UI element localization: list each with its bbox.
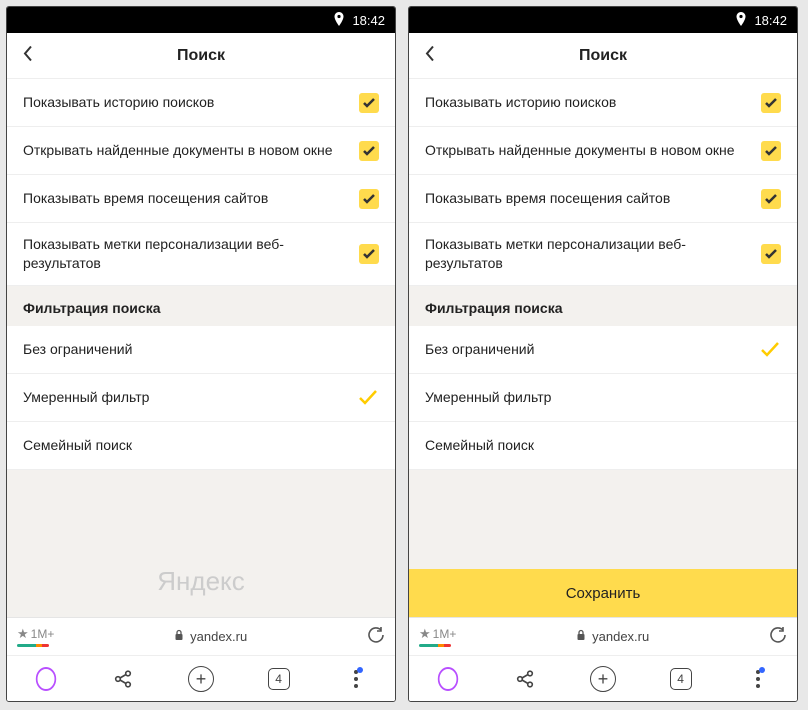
- tabs-button[interactable]: 4: [661, 659, 701, 699]
- filter-label: Умеренный фильтр: [425, 388, 759, 407]
- option-personalization-labels[interactable]: Показывать метки персонализации веб-резу…: [409, 223, 797, 286]
- location-icon: [736, 12, 746, 29]
- star-icon: ★: [419, 626, 431, 642]
- notification-dot: [357, 667, 363, 673]
- new-tab-button[interactable]: +: [181, 659, 221, 699]
- filter-label: Без ограничений: [23, 340, 357, 359]
- option-open-new-window[interactable]: Открывать найденные документы в новом ок…: [7, 127, 395, 175]
- reload-button[interactable]: [769, 626, 787, 647]
- option-label: Показывать время посещения сайтов: [23, 189, 359, 208]
- footer-brand-area: Яндекс: [7, 470, 395, 617]
- checkbox-icon: [359, 244, 379, 264]
- status-bar: 18:42: [7, 7, 395, 33]
- settings-content: Показывать историю поисков Открывать най…: [409, 79, 797, 617]
- filter-section-title: Фильтрация поиска: [409, 286, 797, 326]
- rating-value: 1M+: [433, 627, 457, 641]
- rating-value: 1M+: [31, 627, 55, 641]
- url-display: yandex.ru: [462, 629, 763, 644]
- filter-label: Умеренный фильтр: [23, 388, 357, 407]
- checkbox-icon: [761, 141, 781, 161]
- site-rating: ★1M+: [419, 626, 456, 647]
- option-label: Показывать историю поисков: [425, 93, 761, 112]
- rating-bar: [419, 644, 451, 647]
- phone-screen-right: 18:42 Поиск Показывать историю поисков О…: [408, 6, 798, 702]
- checkbox-icon: [359, 93, 379, 113]
- star-icon: ★: [17, 626, 29, 642]
- spacer: [409, 470, 797, 569]
- filter-option-family[interactable]: Семейный поиск: [409, 422, 797, 470]
- option-show-visit-time[interactable]: Показывать время посещения сайтов: [7, 175, 395, 223]
- settings-content: Показывать историю поисков Открывать най…: [7, 79, 395, 617]
- url-bar[interactable]: ★1M+ yandex.ru: [7, 617, 395, 655]
- menu-button[interactable]: [738, 659, 778, 699]
- yandex-home-button[interactable]: [428, 659, 468, 699]
- checkbox-icon: [761, 93, 781, 113]
- bottom-nav: + 4: [409, 655, 797, 701]
- share-button[interactable]: [103, 659, 143, 699]
- filter-option-family[interactable]: Семейный поиск: [7, 422, 395, 470]
- filter-option-none[interactable]: Без ограничений: [7, 326, 395, 374]
- option-show-history[interactable]: Показывать историю поисков: [7, 79, 395, 127]
- reload-button[interactable]: [367, 626, 385, 647]
- site-rating: ★1M+: [17, 626, 54, 647]
- yandex-home-button[interactable]: [26, 659, 66, 699]
- checkbox-icon: [359, 189, 379, 209]
- check-icon: [759, 339, 781, 359]
- option-label: Показывать историю поисков: [23, 93, 359, 112]
- option-label: Открывать найденные документы в новом ок…: [425, 141, 761, 160]
- notification-dot: [759, 667, 765, 673]
- back-button[interactable]: [17, 39, 39, 72]
- option-open-new-window[interactable]: Открывать найденные документы в новом ок…: [409, 127, 797, 175]
- filter-label: Семейный поиск: [425, 436, 759, 455]
- save-label: Сохранить: [566, 585, 641, 602]
- option-label: Показывать метки персонализации веб-резу…: [425, 235, 761, 273]
- status-time: 18:42: [352, 13, 385, 28]
- yandex-logo: Яндекс: [157, 566, 244, 597]
- page-title: Поиск: [409, 47, 797, 65]
- share-button[interactable]: [505, 659, 545, 699]
- page-header: Поиск: [409, 33, 797, 79]
- filter-section-title: Фильтрация поиска: [7, 286, 395, 326]
- status-time: 18:42: [754, 13, 787, 28]
- phone-screen-left: 18:42 Поиск Показывать историю поисков О…: [6, 6, 396, 702]
- url-text: yandex.ru: [592, 629, 649, 644]
- lock-icon: [174, 629, 184, 644]
- url-text: yandex.ru: [190, 629, 247, 644]
- page-title: Поиск: [7, 47, 395, 65]
- option-label: Показывать метки персонализации веб-резу…: [23, 235, 359, 273]
- checkbox-icon: [359, 141, 379, 161]
- filter-label: Семейный поиск: [23, 436, 357, 455]
- status-bar: 18:42: [409, 7, 797, 33]
- bottom-nav: + 4: [7, 655, 395, 701]
- rating-bar: [17, 644, 49, 647]
- lock-icon: [576, 629, 586, 644]
- page-header: Поиск: [7, 33, 395, 79]
- tabs-button[interactable]: 4: [259, 659, 299, 699]
- filter-label: Без ограничений: [425, 340, 759, 359]
- option-show-history[interactable]: Показывать историю поисков: [409, 79, 797, 127]
- option-label: Показывать время посещения сайтов: [425, 189, 761, 208]
- url-display: yandex.ru: [60, 629, 361, 644]
- new-tab-button[interactable]: +: [583, 659, 623, 699]
- url-bar[interactable]: ★1M+ yandex.ru: [409, 617, 797, 655]
- option-label: Открывать найденные документы в новом ок…: [23, 141, 359, 160]
- filter-option-moderate[interactable]: Умеренный фильтр: [409, 374, 797, 422]
- filter-option-none[interactable]: Без ограничений: [409, 326, 797, 374]
- save-button[interactable]: Сохранить: [409, 569, 797, 617]
- back-button[interactable]: [419, 39, 441, 72]
- option-show-visit-time[interactable]: Показывать время посещения сайтов: [409, 175, 797, 223]
- menu-button[interactable]: [336, 659, 376, 699]
- option-personalization-labels[interactable]: Показывать метки персонализации веб-резу…: [7, 223, 395, 286]
- check-icon: [357, 387, 379, 407]
- checkbox-icon: [761, 244, 781, 264]
- filter-option-moderate[interactable]: Умеренный фильтр: [7, 374, 395, 422]
- location-icon: [334, 12, 344, 29]
- checkbox-icon: [761, 189, 781, 209]
